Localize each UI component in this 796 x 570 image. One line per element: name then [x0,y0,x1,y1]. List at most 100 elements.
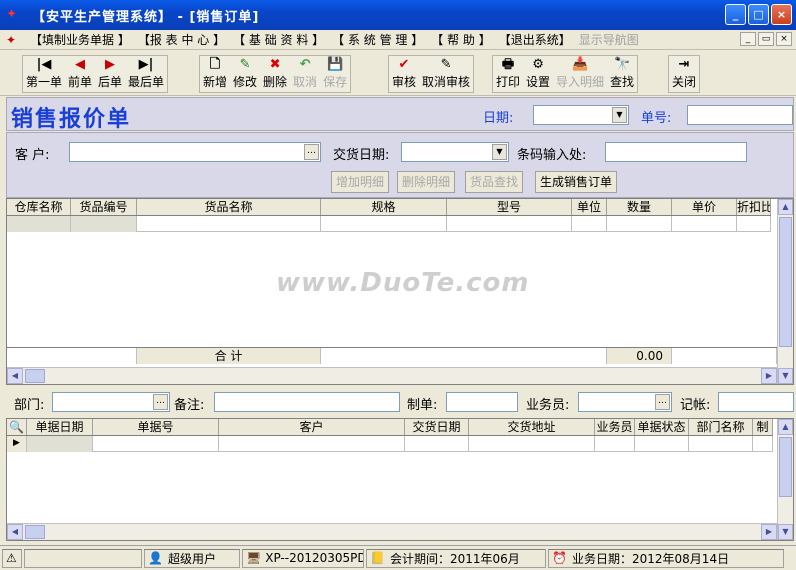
scroll-down-icon[interactable]: ▼ [778,368,793,384]
col-model[interactable]: 型号 [447,199,572,215]
delete-detail-button[interactable]: 删除明细 [397,171,456,193]
scroll-thumb[interactable] [779,217,792,347]
dept-lookup-icon[interactable]: … [153,394,168,410]
first-record-button[interactable]: |◀ 第一单 [23,56,65,92]
table-cell[interactable] [635,436,689,452]
customer-lookup-icon[interactable]: … [304,144,319,160]
scroll-up-icon[interactable]: ▲ [778,419,793,435]
menu-exit[interactable]: 【退出系统】 [499,31,571,48]
table-cell[interactable] [71,216,137,232]
col-delivery-addr[interactable]: 交货地址 [469,419,595,435]
close-form-button[interactable]: ⇥ 关闭 [669,56,699,92]
settings-button[interactable]: ⚙ 设置 [523,56,553,92]
find-goods-button[interactable]: 货品查找 [465,171,524,193]
date-combo[interactable]: ▼ [533,105,629,125]
next-record-button[interactable]: ▶ 后单 [95,56,125,92]
col-customer[interactable]: 客户 [219,419,405,435]
find-button[interactable]: 🔭 查找 [607,56,637,92]
col-salesman[interactable]: 业务员 [595,419,635,435]
last-record-button[interactable]: ▶| 最后单 [125,56,167,92]
post-field[interactable] [718,392,794,412]
maker-field[interactable] [446,392,518,412]
add-detail-button[interactable]: 增加明细 [331,171,390,193]
col-unit[interactable]: 单位 [572,199,607,215]
scroll-down-icon[interactable]: ▼ [778,524,793,540]
cancel-button[interactable]: ↶ 取消 [290,56,320,92]
scroll-left-icon[interactable]: ◀ [7,524,23,540]
chevron-down-icon[interactable]: ▼ [612,107,627,123]
customer-field[interactable]: … [69,142,321,162]
table-cell[interactable] [93,436,219,452]
table-cell[interactable] [447,216,572,232]
salesman-lookup-icon[interactable]: … [655,394,670,410]
delete-button[interactable]: ✖ 删除 [260,56,290,92]
new-button[interactable]: 🗋 新增 [200,56,230,92]
close-window-button[interactable]: × [771,4,792,25]
list-vscroll[interactable]: ▲ ▼ [777,419,793,540]
save-button[interactable]: 💾 保存 [320,56,350,92]
table-cell[interactable] [321,216,447,232]
col-goods-name[interactable]: 货品名称 [137,199,321,215]
scroll-up-icon[interactable]: ▲ [778,199,793,215]
table-cell[interactable] [572,216,607,232]
col-doc-date[interactable]: 单据日期 [27,419,93,435]
menu-fill-docs[interactable]: 【填制业务单据 】 [30,31,130,48]
table-cell[interactable] [469,436,595,452]
table-row[interactable]: ▶ [7,436,773,452]
scroll-thumb[interactable] [25,369,45,383]
table-cell[interactable] [595,436,635,452]
mdi-restore-button[interactable]: ▭ [758,32,774,46]
scroll-right-icon[interactable]: ▶ [761,368,777,384]
table-row[interactable] [7,216,771,232]
menu-reports[interactable]: 【报 表 中 心 】 [138,31,225,48]
col-maker[interactable]: 制 [753,419,773,435]
col-price[interactable]: 单价 [672,199,737,215]
maximize-button[interactable]: □ [748,4,769,25]
prev-record-button[interactable]: ◀ 前单 [65,56,95,92]
mdi-close-button[interactable]: × [776,32,792,46]
col-doc-status[interactable]: 单据状态 [635,419,689,435]
delivery-date-combo[interactable]: ▼ [401,142,509,162]
table-cell[interactable] [219,436,405,452]
scroll-thumb[interactable] [779,437,792,497]
detail-hscroll[interactable]: ◀ ▶ [7,367,777,384]
menu-nav-hint[interactable]: 显示导航图 [579,31,639,48]
col-dept-name[interactable]: 部门名称 [689,419,753,435]
table-cell[interactable] [7,216,71,232]
col-discount[interactable]: 折扣比 [737,199,771,215]
table-cell[interactable] [405,436,469,452]
salesman-field[interactable]: … [578,392,672,412]
import-detail-button[interactable]: 📥 导入明细 [553,56,607,92]
barcode-input[interactable] [605,142,747,162]
list-search-icon[interactable]: 🔍 [7,419,27,435]
table-cell[interactable] [737,216,771,232]
detail-vscroll[interactable]: ▲ ▼ [777,199,793,384]
table-cell[interactable] [689,436,753,452]
mdi-minimize-button[interactable]: _ [740,32,756,46]
table-cell[interactable] [672,216,737,232]
chevron-down-icon[interactable]: ▼ [492,144,507,160]
minimize-button[interactable]: _ [725,4,746,25]
menu-help[interactable]: 【 帮 助 】 [431,31,490,48]
scroll-right-icon[interactable]: ▶ [761,524,777,540]
print-button[interactable]: 🖶 打印 [493,56,523,92]
table-cell[interactable] [607,216,672,232]
list-hscroll[interactable]: ◀ ▶ [7,523,777,540]
table-cell[interactable] [753,436,773,452]
number-field[interactable] [687,105,793,125]
menu-basic-data[interactable]: 【 基 础 资 料 】 [233,31,324,48]
menu-system[interactable]: 【 系 统 管 理 】 [332,31,423,48]
generate-order-button[interactable]: 生成销售订单 [535,171,618,193]
table-cell[interactable] [137,216,321,232]
col-warehouse[interactable]: 仓库名称 [7,199,71,215]
col-delivery-date[interactable]: 交货日期 [405,419,469,435]
col-doc-no[interactable]: 单据号 [93,419,219,435]
cancel-audit-button[interactable]: ✎ 取消审核 [419,56,473,92]
remark-field[interactable] [214,392,400,412]
col-spec[interactable]: 规格 [321,199,447,215]
scroll-left-icon[interactable]: ◀ [7,368,23,384]
table-cell[interactable] [27,436,93,452]
order-list-grid[interactable]: 🔍 单据日期 单据号 客户 交货日期 交货地址 业务员 单据状态 部门名称 制 … [6,418,794,541]
col-qty[interactable]: 数量 [607,199,672,215]
edit-button[interactable]: ✎ 修改 [230,56,260,92]
